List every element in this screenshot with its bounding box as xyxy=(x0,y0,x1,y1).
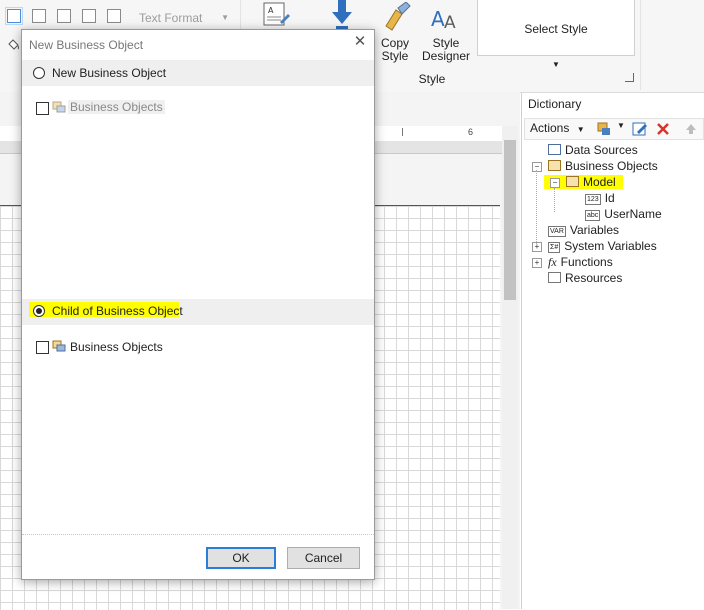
style-group-label: Style xyxy=(418,72,446,86)
tree-item-system-variables[interactable]: Σ# System Variables xyxy=(548,238,657,254)
radio-new-business-object[interactable] xyxy=(33,67,45,79)
tree-guide xyxy=(536,170,537,248)
chevron-down-icon[interactable]: ▼ xyxy=(617,121,625,130)
tree-item-label: UserName xyxy=(604,207,662,221)
move-up-icon[interactable] xyxy=(685,123,697,135)
svg-text:A: A xyxy=(431,7,445,31)
tree-item-resources[interactable]: Resources xyxy=(548,270,622,286)
tree-item-variables[interactable]: VAR Variables xyxy=(548,222,619,238)
tree-guide xyxy=(554,188,555,212)
tree-item-functions[interactable]: fx Functions xyxy=(548,254,613,270)
svg-text:A: A xyxy=(444,13,456,32)
number-type-icon: 123 xyxy=(585,194,601,205)
tree-item-label: Functions xyxy=(560,255,613,269)
business-object-icon xyxy=(548,160,561,171)
tree-item-label: System Variables xyxy=(564,239,657,253)
scrollbar-thumb[interactable] xyxy=(504,140,516,300)
actions-label: Actions xyxy=(530,121,570,135)
dictionary-title: Dictionary xyxy=(528,97,582,111)
select-style-gallery[interactable]: Select Style xyxy=(477,0,635,56)
style-designer-button[interactable]: Style Designer xyxy=(420,37,472,63)
business-object-icon xyxy=(52,340,66,352)
chevron-down-icon: ▼ xyxy=(576,125,585,134)
text-format-label: Text Format xyxy=(139,11,203,25)
system-variable-icon: Σ# xyxy=(548,242,561,253)
child-list-item-label[interactable]: Business Objects xyxy=(70,340,163,354)
string-type-icon: abc xyxy=(585,210,601,221)
border-all-button[interactable] xyxy=(5,7,23,25)
tree-item-label: Business Objects xyxy=(565,159,658,173)
new-list-item-label[interactable]: Business Objects xyxy=(68,100,165,114)
cancel-button[interactable]: Cancel xyxy=(287,547,360,569)
tree-item-label: Model xyxy=(583,175,616,189)
business-object-icon xyxy=(52,101,66,113)
tree-item-username[interactable]: abc UserName xyxy=(585,206,662,222)
table-icon xyxy=(548,144,561,155)
function-icon: fx xyxy=(548,255,557,269)
conditions-icon[interactable]: A xyxy=(262,2,292,30)
close-icon[interactable]: ✕ xyxy=(352,34,368,50)
tree-item-label: Variables xyxy=(569,223,620,237)
option-new-label[interactable]: New Business Object xyxy=(52,66,166,80)
paint-bucket-icon[interactable] xyxy=(6,38,20,52)
actions-button[interactable]: Actions ▼ xyxy=(530,121,585,135)
radio-child-of-business-object[interactable] xyxy=(33,305,45,317)
tree-item-label: Resources xyxy=(565,271,623,285)
border-left-button[interactable] xyxy=(32,9,46,23)
dialog-title: New Business Object xyxy=(29,38,144,52)
checkbox-child-business-objects[interactable] xyxy=(36,341,49,354)
delete-icon[interactable] xyxy=(655,121,671,137)
tree-item-label: Id xyxy=(604,191,615,205)
dialog-launcher-icon[interactable] xyxy=(625,73,634,82)
tree-item-label: Data Sources xyxy=(565,143,638,157)
ok-button[interactable]: OK xyxy=(206,547,276,569)
expand-icon[interactable]: + xyxy=(532,242,542,252)
svg-text:A: A xyxy=(268,6,274,15)
border-right-button[interactable] xyxy=(107,9,121,23)
copy-style-button[interactable]: Copy Style xyxy=(378,37,412,63)
border-bottom-button[interactable] xyxy=(82,9,96,23)
collapse-icon[interactable]: − xyxy=(550,178,560,188)
brush-icon[interactable] xyxy=(382,2,412,32)
resources-icon xyxy=(548,272,561,283)
business-object-icon xyxy=(566,176,579,187)
copy-style-label-line2: Style xyxy=(381,49,409,63)
checkbox-new-business-objects[interactable] xyxy=(36,102,49,115)
expand-icon[interactable]: + xyxy=(532,258,542,268)
edit-icon[interactable] xyxy=(632,121,648,137)
style-designer-label-line2: Designer xyxy=(421,49,471,63)
variable-icon: VAR xyxy=(548,226,566,237)
dialog-footer-separator xyxy=(22,534,374,535)
tree-item-data-sources[interactable]: Data Sources xyxy=(548,142,638,158)
tree-item-id[interactable]: 123 Id xyxy=(585,190,615,206)
arrow-down-icon[interactable] xyxy=(330,0,354,30)
tree-item-model[interactable]: Model xyxy=(566,174,616,190)
style-designer-icon[interactable]: A A xyxy=(430,4,462,32)
ribbon-separator xyxy=(640,0,641,90)
chevron-down-icon: ▼ xyxy=(221,13,229,22)
new-item-icon[interactable] xyxy=(596,121,612,137)
tree-item-business-objects[interactable]: Business Objects xyxy=(548,158,658,174)
border-top-button[interactable] xyxy=(57,9,71,23)
ruler-tick xyxy=(402,128,403,136)
text-format-dropdown[interactable]: Text Format ▼ xyxy=(139,7,235,29)
chevron-down-icon[interactable]: ▼ xyxy=(552,60,560,69)
option-child-label[interactable]: Child of Business Object xyxy=(52,304,183,318)
collapse-icon[interactable]: − xyxy=(532,162,542,172)
ruler-mark: 6 xyxy=(468,127,474,137)
